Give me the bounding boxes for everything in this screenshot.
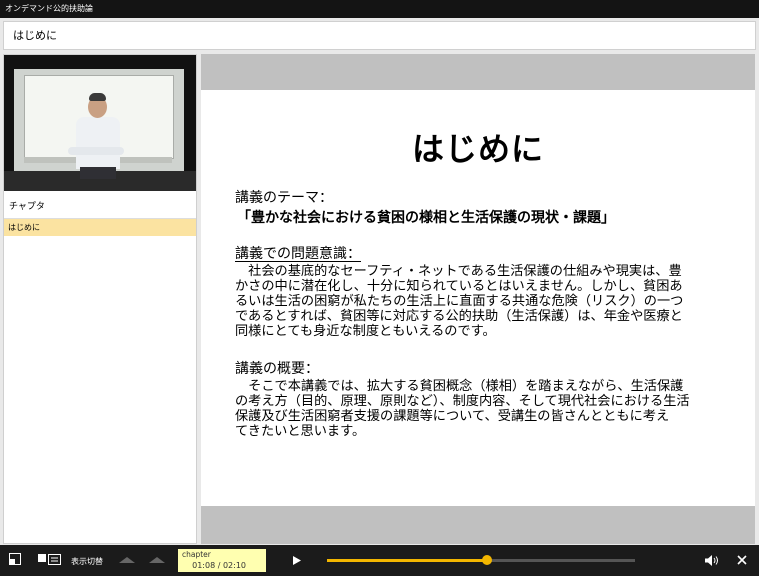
play-icon[interactable] <box>293 556 301 565</box>
problem-line: かさの中に潜在化し、十分に知られているとはいえません。しかし、貧困あ <box>235 279 683 294</box>
sidebar: チャプタ はじめに <box>3 54 197 544</box>
chapter-time-label: chapter <box>182 550 211 559</box>
display-toggle-icon[interactable] <box>38 554 62 566</box>
player-controls: 表示切替 chapter 01:08 / 02:10 <box>0 545 759 576</box>
video-lecturer-arms <box>68 147 124 155</box>
previous-chapter-icon[interactable] <box>119 555 135 565</box>
display-toggle-label[interactable]: 表示切替 <box>71 556 103 567</box>
close-icon[interactable] <box>737 555 747 565</box>
chapter-list-heading-text: チャプタ <box>9 202 45 212</box>
problem-line: 同様にとても身近な制度ともいえるのです。 <box>235 324 496 339</box>
slide-title: はじめに <box>411 130 544 168</box>
theme-label: 講義のテーマ： <box>235 190 333 206</box>
theme-text: 「豊かな社会における貧困の様相と生活保護の現状・課題」 <box>237 210 615 226</box>
lecture-slide: はじめに 講義のテーマ： 「豊かな社会における貧困の様相と生活保護の現状・課題」… <box>201 90 755 506</box>
overview-line: てきたいと思います。 <box>235 424 366 439</box>
overview-line: の考え方（目的、原理、原則など）、制度内容、そして現代社会における生活 <box>235 394 690 409</box>
page-title: はじめに <box>13 29 57 42</box>
problem-text: 社会の基底的なセーフティ・ネットである生活保護の仕組みや現実は、豊 かさの中に潜… <box>235 264 727 339</box>
chapter-item-hajimeni[interactable]: はじめに <box>4 219 196 236</box>
progress-knob[interactable] <box>482 555 493 565</box>
volume-icon[interactable] <box>705 555 719 566</box>
page-header: はじめに <box>3 21 756 50</box>
overview-label: 講義の概要： <box>235 361 319 377</box>
problem-line: 社会の基底的なセーフティ・ネットである生活保護の仕組みや現実は、豊 <box>235 264 682 279</box>
problem-label: 講義での問題意識： <box>235 246 361 262</box>
progress-bar[interactable] <box>327 555 635 565</box>
window-title: オンデマンド公的扶助論 <box>5 4 93 13</box>
video-lecturer-hair <box>89 93 106 101</box>
chapter-time-box: chapter 01:08 / 02:10 <box>178 549 266 572</box>
overview-text: そこで本講義では、拡大する貧困概念（様相）を踏まえながら、生活保護 の考え方（目… <box>235 379 727 439</box>
problem-line: であるとすれば、貧困等に対応する公的扶助（生活保護）は、年金や医療と <box>235 309 683 324</box>
window-titlebar: オンデマンド公的扶助論 <box>0 0 759 18</box>
problem-line: るいは生活の困窮が私たちの生活上に直面する共通な危険（リスク）の一つ <box>235 294 684 309</box>
chapter-list-heading: チャプタ <box>4 195 196 219</box>
slide-area: はじめに 講義のテーマ： 「豊かな社会における貧困の様相と生活保護の現状・課題」… <box>201 54 755 544</box>
progress-fill <box>327 559 488 562</box>
video-lecturer-body <box>76 117 120 169</box>
video-lecturer-legs <box>80 167 116 179</box>
overview-line: 保護及び生活困窮者支援の課題等について、受講生の皆さんとともに考え <box>235 409 670 424</box>
next-chapter-icon[interactable] <box>149 555 165 565</box>
chapter-item-label: はじめに <box>8 223 40 232</box>
overview-line: そこで本講義では、拡大する貧困概念（様相）を踏まえながら、生活保護 <box>235 379 684 394</box>
time-display: 01:08 / 02:10 <box>192 561 246 570</box>
lecture-video[interactable] <box>4 55 196 191</box>
layout-toggle-icon[interactable] <box>9 553 21 565</box>
